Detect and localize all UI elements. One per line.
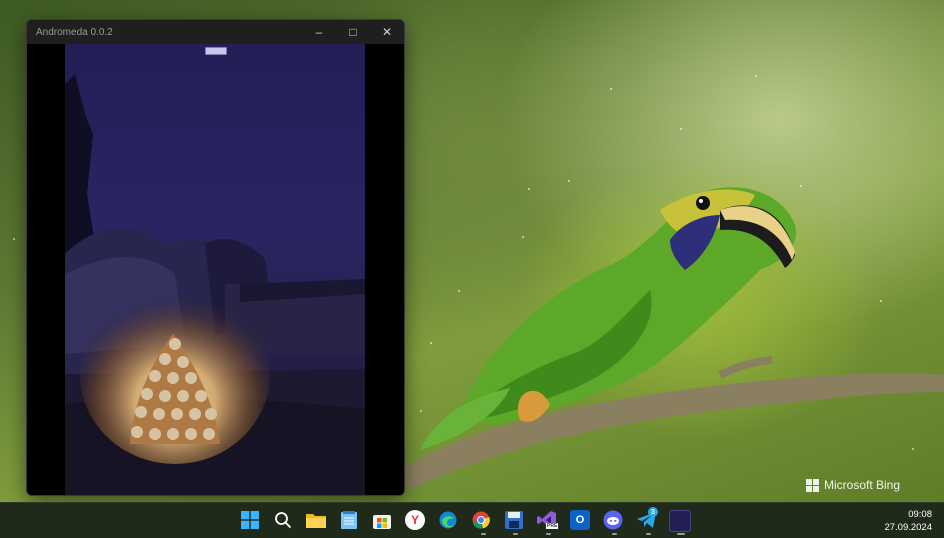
visual-studio-button[interactable]: PRE (537, 510, 559, 530)
taskbar: Y PRE O 3 09:08 27.09.2024 (0, 502, 944, 538)
outlook-icon: O (575, 514, 585, 526)
discord-button[interactable] (603, 510, 623, 530)
viewer-drag-handle[interactable] (205, 47, 227, 55)
save-app-button[interactable] (504, 510, 524, 530)
window-titlebar[interactable]: Andromeda 0.0.2 – □ ✕ (27, 20, 404, 44)
store-icon (373, 515, 391, 529)
yandex-icon: Y (410, 513, 419, 527)
bing-brand-text: Microsoft Bing (824, 478, 901, 492)
minimize-button[interactable]: – (302, 20, 336, 44)
bing-watermark: Microsoft Bing (806, 478, 900, 492)
start-button[interactable] (240, 510, 260, 530)
system-clock[interactable]: 09:08 27.09.2024 (884, 508, 932, 534)
unread-count-badge: 3 (648, 507, 658, 517)
andromeda-window[interactable]: Andromeda 0.0.2 – □ ✕ (26, 19, 405, 496)
search-button[interactable] (273, 510, 293, 530)
windows-logo-icon (241, 511, 259, 529)
save-app-running-indicator (513, 533, 518, 535)
andromeda-button[interactable] (669, 510, 691, 532)
chrome-icon (472, 511, 490, 529)
notepad-button[interactable] (339, 510, 359, 530)
outlook-button[interactable]: O (570, 510, 590, 530)
microsoft-logo-icon (806, 478, 819, 492)
clock-time: 09:08 (908, 509, 932, 520)
folder-icon (306, 514, 326, 528)
search-icon (275, 512, 292, 529)
notepad-icon (341, 511, 357, 529)
image-viewer-canvas[interactable] (27, 44, 404, 495)
clock-date: 27.09.2024 (884, 522, 932, 533)
discord-running-indicator (612, 533, 617, 535)
file-explorer-button[interactable] (306, 510, 326, 530)
snow-lantern-photo (65, 44, 365, 495)
telegram-running-indicator (646, 533, 651, 535)
close-button[interactable]: ✕ (370, 20, 404, 44)
visual-studio-running-indicator (546, 533, 551, 535)
chrome-running-indicator (481, 533, 486, 535)
window-title: Andromeda 0.0.2 (36, 26, 113, 38)
chrome-button[interactable] (471, 510, 491, 530)
telegram-button[interactable]: 3 (637, 507, 658, 530)
edge-button[interactable] (438, 510, 458, 530)
discord-icon (603, 510, 623, 530)
microsoft-store-button[interactable] (372, 510, 392, 530)
yandex-browser-button[interactable]: Y (405, 510, 425, 530)
andromeda-active-indicator (677, 533, 685, 535)
preview-badge: PRE (546, 523, 559, 529)
toucanet-bird-image (400, 187, 944, 490)
maximize-button[interactable]: □ (336, 20, 370, 44)
floppy-disk-icon (505, 511, 523, 529)
night-scene-image (65, 44, 365, 495)
edge-icon (439, 511, 457, 529)
